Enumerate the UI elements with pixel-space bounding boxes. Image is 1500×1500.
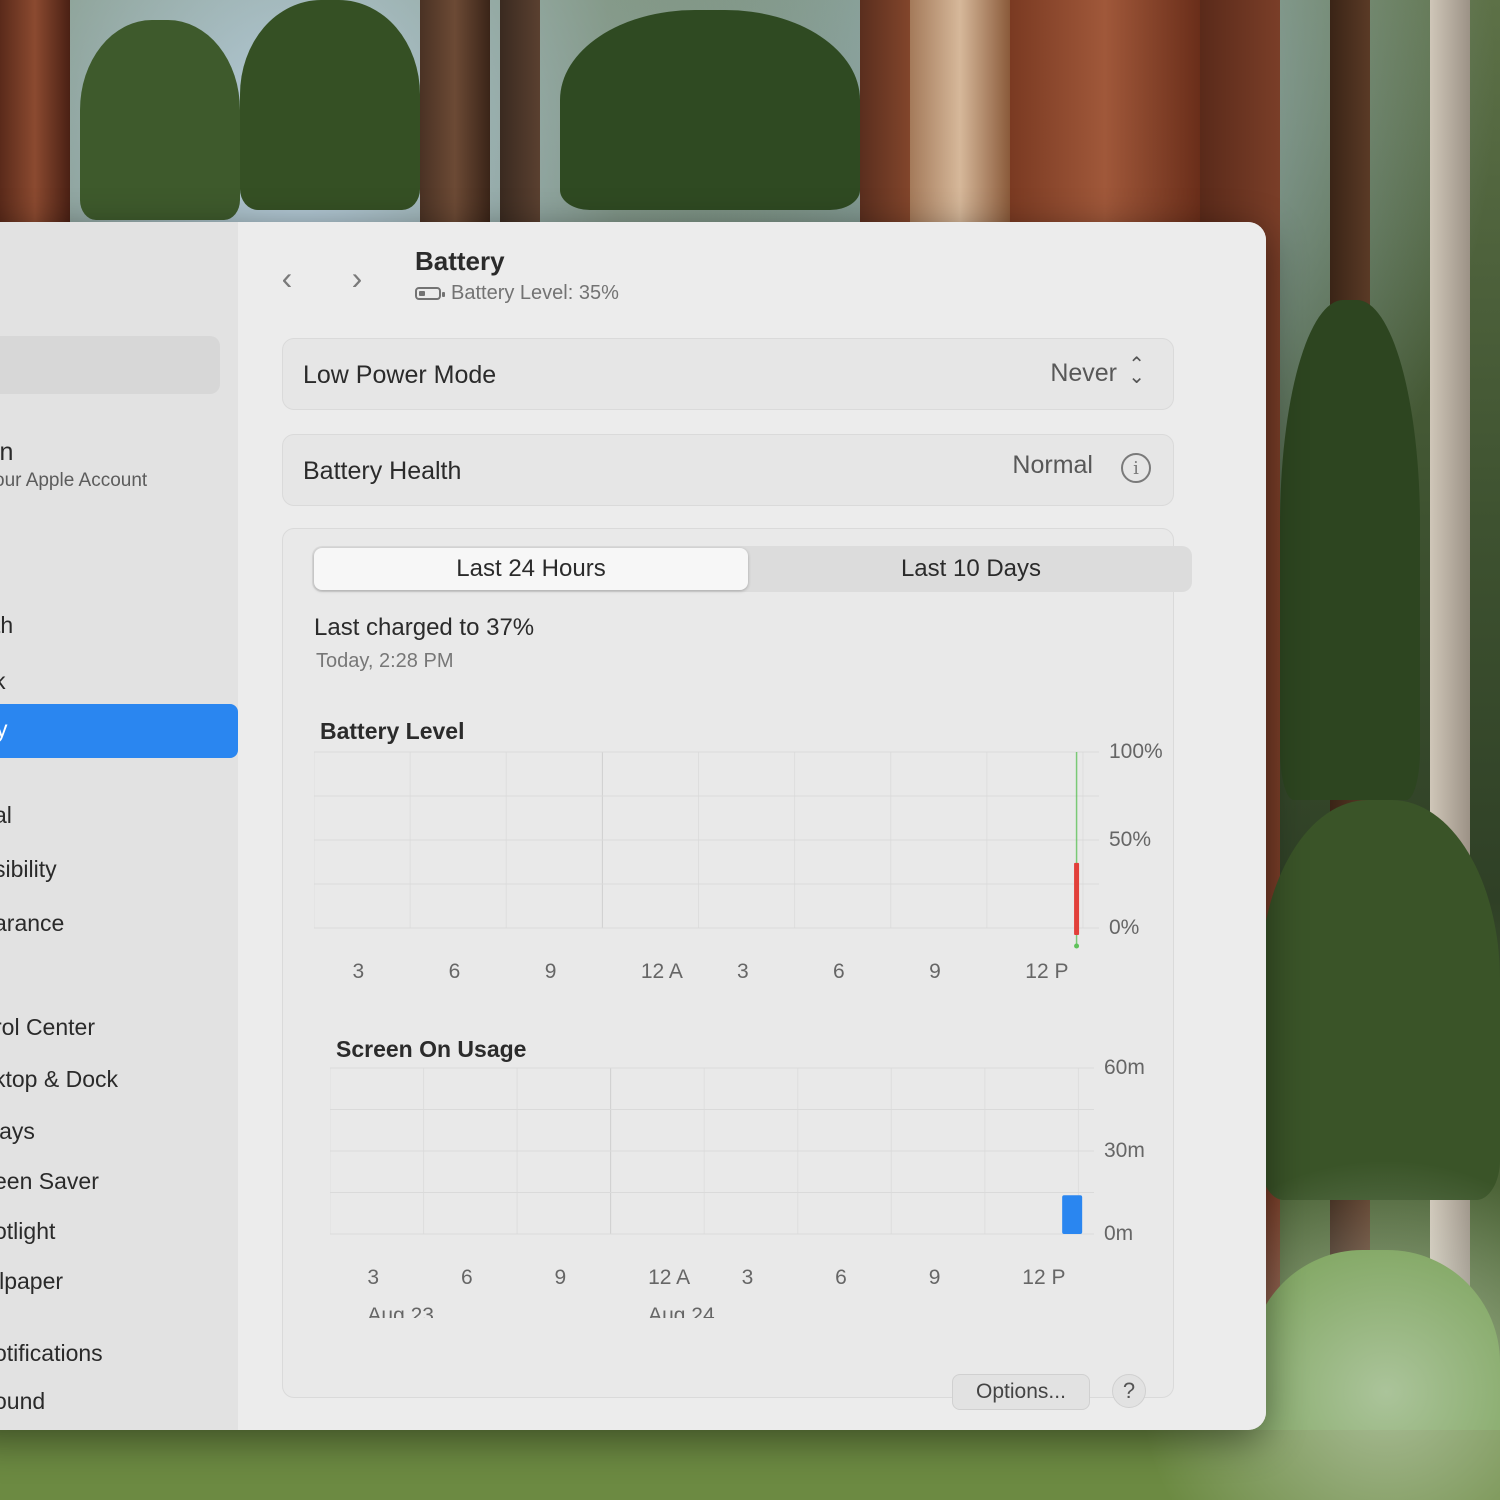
sidebar-item-sound[interactable]: ound — [0, 1388, 45, 1415]
battery-level-chart: 100% 50% 0% 3 6 9 12 A 3 6 9 12 P — [314, 742, 1163, 983]
x-tick-label: 9 — [555, 1266, 567, 1289]
page-title: Battery — [415, 246, 505, 276]
chevron-updown-icon: ⌃ ⌄ — [1128, 354, 1145, 388]
sidebar-item-desktop-dock[interactable]: ktop & Dock — [0, 1066, 118, 1093]
battery-pane: ‹ › Battery Battery Level: 35% Low Power… — [238, 222, 1266, 1430]
battery-icon — [415, 287, 445, 300]
system-settings-window: in our Apple Account th k y al sibility … — [0, 222, 1266, 1430]
battery-level-bar — [1074, 862, 1080, 936]
x-tick-label: 12 P — [1025, 960, 1068, 983]
sidebar-item-displays[interactable]: lays — [0, 1118, 35, 1145]
sidebar: in our Apple Account th k y al sibility … — [0, 222, 239, 1430]
sidebar-item-bluetooth[interactable]: th — [0, 612, 13, 639]
x-tick-label: 9 — [545, 960, 557, 983]
battery-health-value: Normal — [1012, 451, 1093, 479]
x-tick-label: 3 — [742, 1266, 754, 1289]
sidebar-item-screen-saver[interactable]: een Saver — [0, 1168, 99, 1195]
screen-usage-bar — [1062, 1195, 1083, 1234]
battery-level-text: Battery Level: 35% — [451, 282, 619, 304]
battery-level-chart-title: Battery Level — [320, 718, 465, 744]
x-tick-label: 12 A — [641, 960, 683, 983]
x-tick-label: 12 A — [648, 1266, 690, 1289]
back-button[interactable]: ‹ — [272, 260, 302, 296]
x-tick-label: 3 — [367, 1266, 379, 1289]
tab-last-24-hours[interactable]: Last 24 Hours — [314, 548, 748, 590]
y-tick-label: 0m — [1104, 1222, 1133, 1245]
sidebar-item-wallpaper[interactable]: llpaper — [0, 1268, 63, 1295]
last-charged-time: Today, 2:28 PM — [316, 650, 454, 672]
sidebar-item-spotlight[interactable]: otlight — [0, 1218, 55, 1245]
y-tick-label: 0% — [1109, 916, 1139, 939]
sidebar-item-appearance[interactable]: arance — [0, 910, 64, 937]
y-tick-label: 60m — [1104, 1058, 1145, 1079]
chevron-right-icon: › — [351, 259, 363, 296]
sidebar-item-accessibility[interactable]: sibility — [0, 856, 57, 883]
date-label: Aug 24 — [648, 1304, 715, 1318]
x-tick-label: 6 — [449, 960, 461, 983]
sidebar-item-battery[interactable]: y — [0, 704, 238, 758]
sidebar-item-notifications[interactable]: otifications — [0, 1340, 103, 1367]
sidebar-account-name[interactable]: in — [0, 438, 13, 467]
low-power-mode-row: Low Power Mode Never ⌃ ⌄ — [282, 338, 1174, 410]
options-button[interactable]: Options... — [952, 1374, 1090, 1410]
y-tick-label: 100% — [1109, 742, 1163, 763]
x-tick-label: 12 P — [1022, 1266, 1065, 1289]
low-power-mode-label: Low Power Mode — [303, 361, 497, 389]
chevron-left-icon: ‹ — [281, 259, 293, 296]
y-tick-label: 30m — [1104, 1139, 1145, 1162]
info-icon[interactable]: i — [1121, 453, 1151, 483]
x-tick-label: 6 — [461, 1266, 473, 1289]
screen-on-usage-chart: 60m 30m 0m 3 6 9 12 A 3 6 9 12 P Aug 23 Aug 24 — [330, 1058, 1145, 1318]
low-power-mode-select[interactable]: Never ⌃ ⌄ — [1013, 353, 1153, 393]
x-tick-label: 6 — [835, 1266, 847, 1289]
forward-button[interactable]: › — [342, 260, 372, 296]
last-charged-text: Last charged to 37% — [314, 614, 535, 641]
sidebar-item-general[interactable]: al — [0, 802, 12, 829]
sidebar-account-subtitle: our Apple Account — [0, 470, 148, 491]
x-tick-label: 3 — [737, 960, 749, 983]
battery-level-subtitle: Battery Level: 35% — [415, 282, 619, 305]
sidebar-item-battery-label: y — [0, 716, 8, 742]
y-tick-label: 50% — [1109, 828, 1151, 851]
sidebar-search-field[interactable] — [0, 336, 220, 394]
battery-health-row: Battery Health Normal i — [282, 434, 1174, 506]
sidebar-item-network[interactable]: k — [0, 668, 6, 695]
x-tick-label: 6 — [833, 960, 845, 983]
low-power-mode-value: Never — [1050, 359, 1117, 387]
date-label: Aug 23 — [367, 1304, 434, 1318]
tab-last-10-days[interactable]: Last 10 Days — [752, 548, 1190, 590]
x-tick-label: 3 — [352, 960, 364, 983]
x-tick-label: 9 — [929, 960, 941, 983]
sidebar-item-control-center[interactable]: rol Center — [0, 1014, 95, 1041]
battery-health-label: Battery Health — [303, 457, 462, 485]
help-button[interactable]: ? — [1112, 1374, 1146, 1408]
charging-point — [1074, 943, 1080, 949]
history-range-segmented-control: Last 24 Hours Last 10 Days — [312, 546, 1192, 592]
x-tick-label: 9 — [929, 1266, 941, 1289]
